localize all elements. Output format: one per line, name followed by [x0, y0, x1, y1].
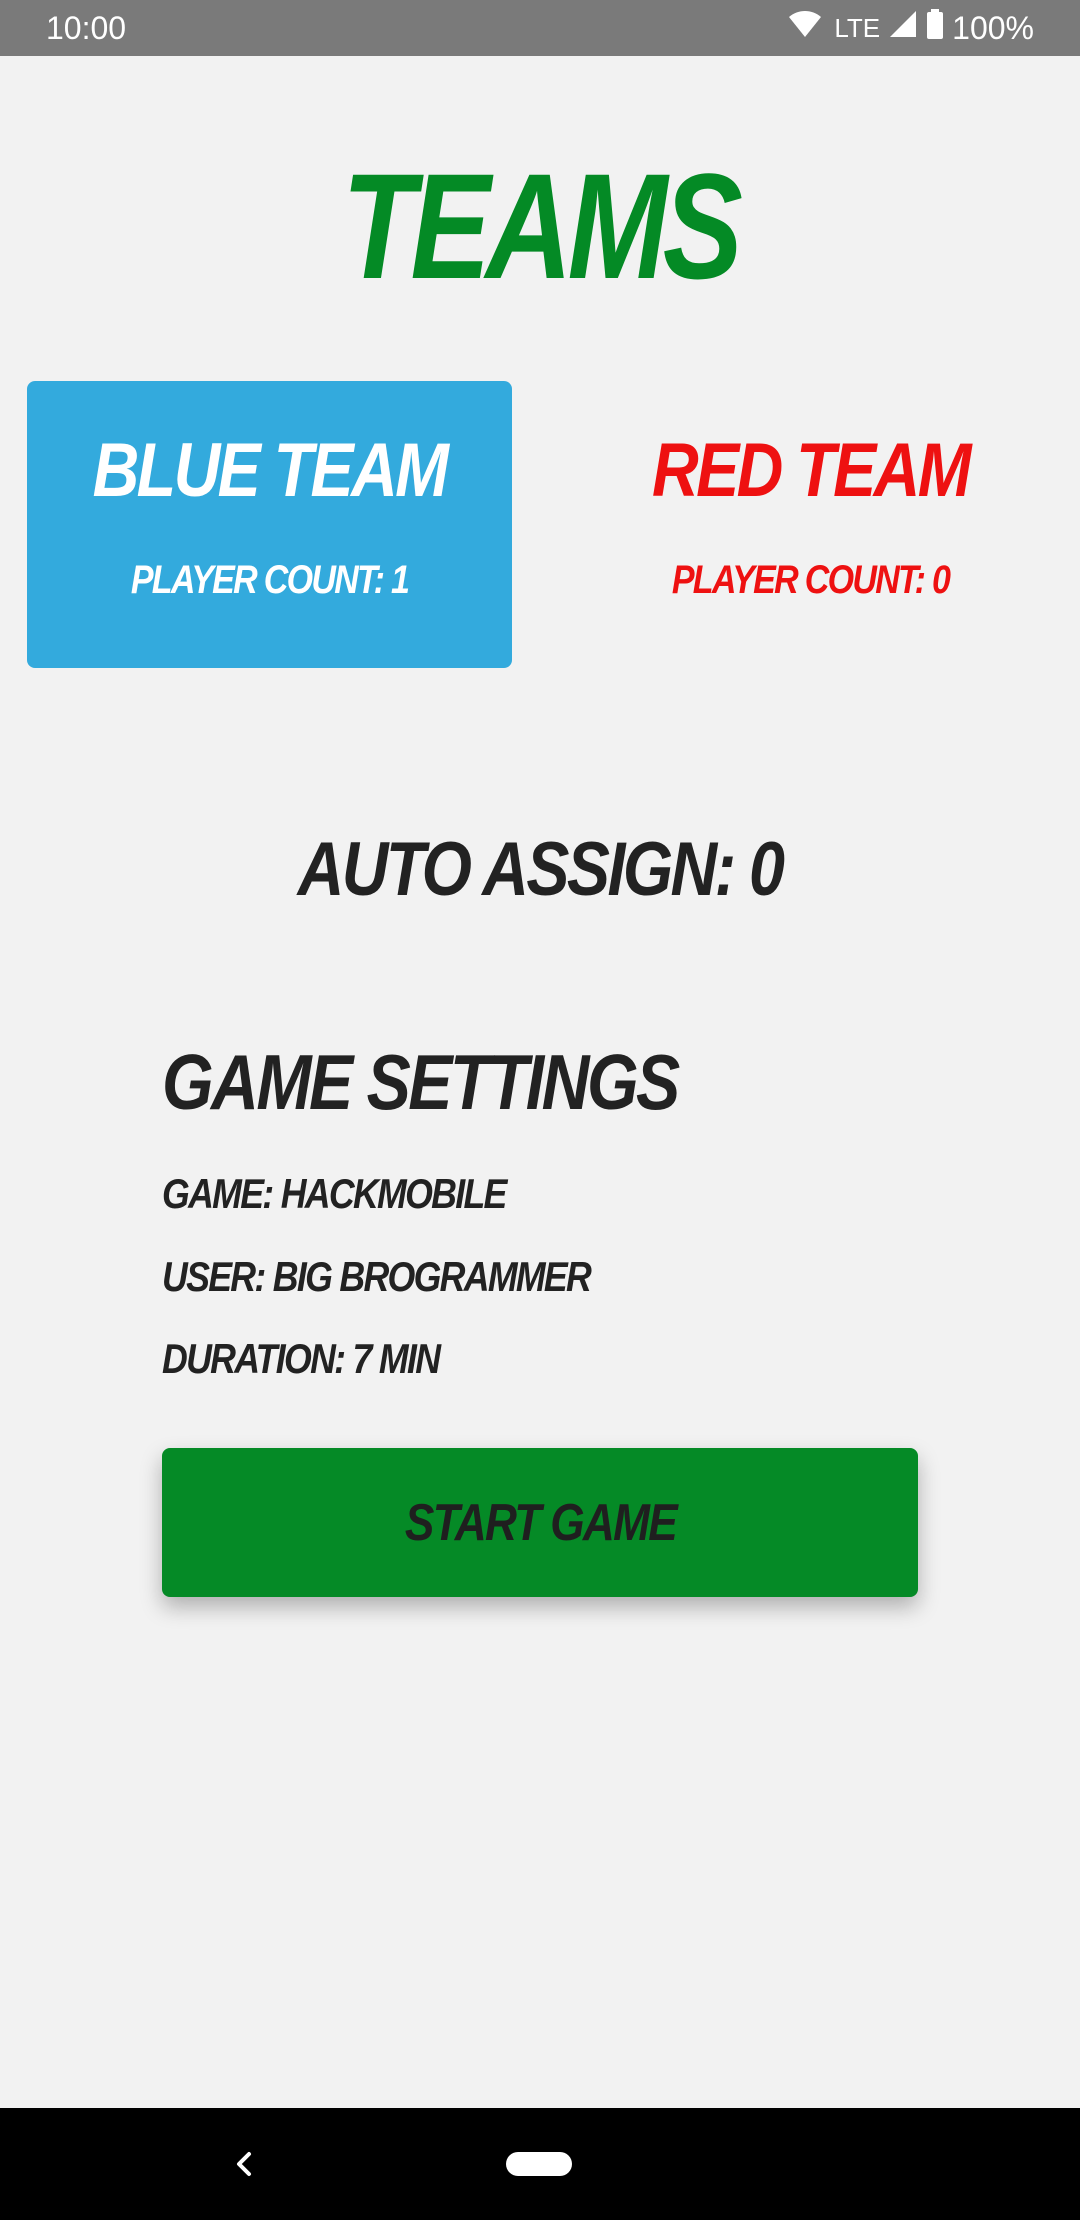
game-settings: GAME SETTINGS GAME: HACKMOBILE USER: BIG…: [162, 1038, 922, 1382]
game-settings-heading: GAME SETTINGS: [162, 1038, 680, 1126]
red-team-name: RED TEAM: [652, 428, 972, 513]
status-icons: LTE 100%: [788, 9, 1034, 47]
settings-duration: DURATION: 7 MIN: [162, 1335, 441, 1382]
status-bar: 10:00 LTE 100%: [0, 0, 1080, 56]
red-team-player-count: PLAYER COUNT: 0: [671, 558, 951, 602]
settings-user: USER: BIG BROGRAMMER: [162, 1253, 592, 1300]
blue-team-player-count: PLAYER COUNT: 1: [130, 558, 410, 602]
home-pill-icon[interactable]: [506, 2152, 572, 2176]
page-title: TEAMS: [342, 142, 743, 310]
status-time: 10:00: [46, 10, 127, 46]
network-type: LTE: [834, 12, 881, 43]
back-icon[interactable]: [222, 2142, 266, 2186]
navigation-bar: [0, 2108, 1080, 2220]
start-game-label: START GAME: [404, 1493, 677, 1552]
auto-assign-count: AUTO ASSIGN: 0: [297, 827, 785, 912]
wifi-icon: [788, 9, 822, 47]
red-team-card[interactable]: RED TEAM PLAYER COUNT: 0: [568, 381, 1053, 668]
cell-signal-icon: [888, 9, 918, 47]
blue-team-card[interactable]: BLUE TEAM PLAYER COUNT: 1: [27, 381, 512, 668]
blue-team-name: BLUE TEAM: [92, 428, 449, 513]
battery-percent: 100%: [952, 9, 1034, 46]
start-game-button[interactable]: START GAME: [162, 1448, 918, 1597]
settings-game: GAME: HACKMOBILE: [162, 1170, 507, 1217]
battery-icon: [926, 9, 944, 47]
